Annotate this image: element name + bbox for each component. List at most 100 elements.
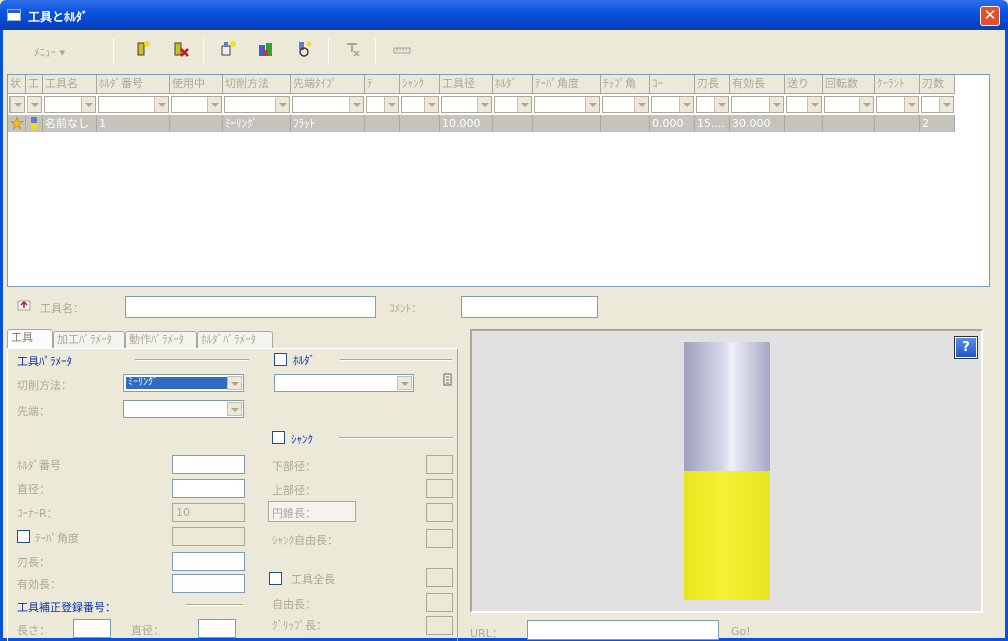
grid-filter-cell[interactable]	[9, 96, 25, 113]
grid-row-cell[interactable]: 2	[920, 115, 955, 132]
new-tool-icon[interactable]	[134, 40, 152, 58]
close-button[interactable]: ✕	[980, 6, 1000, 26]
grid-row-cell[interactable]	[8, 115, 26, 132]
comp-length-label: 長さ：	[17, 624, 50, 637]
divider	[135, 359, 249, 361]
grid-header-cell[interactable]: 使用中	[170, 75, 223, 94]
grid-filter-cell[interactable]	[696, 96, 729, 113]
comp-diameter-input[interactable]	[198, 619, 236, 638]
go-button[interactable]: Go!	[731, 625, 751, 638]
grid-row-cell[interactable]	[26, 115, 43, 132]
grid-header-cell[interactable]: ﾁｯﾌﾟ角	[601, 75, 650, 94]
cut-method-select[interactable]: ﾐｰﾘﾝｸﾞ	[123, 374, 244, 392]
grid-filter-cell[interactable]	[731, 96, 784, 113]
grid-filter-cell[interactable]	[224, 96, 290, 113]
holder-number-input[interactable]	[172, 455, 245, 474]
grid-header-cell[interactable]: 回転数	[823, 75, 875, 94]
grid-row-cell[interactable]	[601, 115, 650, 132]
effective-length-input[interactable]	[172, 574, 245, 593]
grid-row-cell[interactable]	[785, 115, 823, 132]
grid-header-cell[interactable]: ﾃｰﾊﾟ角度	[533, 75, 601, 94]
total-length-checkbox[interactable]	[269, 572, 282, 585]
grid-row-cell[interactable]	[400, 115, 440, 132]
toolbar-separator	[113, 38, 114, 64]
grid-header-cell[interactable]: ｼｬﾝｸ	[400, 75, 440, 94]
total-length-label: 工具全長	[291, 573, 335, 586]
grid-header-cell[interactable]: 工	[26, 75, 43, 94]
grid-header-cell[interactable]: 切削方法	[223, 75, 291, 94]
effective-length-label: 有効長：	[17, 578, 61, 591]
diameter-input[interactable]	[172, 479, 245, 498]
grid-header-cell[interactable]: 工具名	[43, 75, 97, 94]
grid-row-cell[interactable]	[533, 115, 601, 132]
tool-name-input[interactable]	[125, 296, 376, 318]
grid-row-cell[interactable]	[365, 115, 400, 132]
grid-row-cell[interactable]	[170, 115, 223, 132]
shank-checkbox[interactable]	[272, 431, 285, 444]
grid-filter-cell[interactable]	[602, 96, 649, 113]
holder-edit-icon[interactable]	[443, 373, 454, 387]
grid-filter-cell[interactable]	[786, 96, 822, 113]
taper-checkbox[interactable]	[17, 530, 30, 543]
holder-checkbox[interactable]	[274, 353, 287, 366]
grid-header-cell[interactable]: ｸｰﾗﾝﾄ	[875, 75, 920, 94]
grid-filter-cell[interactable]	[876, 96, 919, 113]
grid-row-cell[interactable]: ﾌﾗｯﾄ	[291, 115, 365, 132]
url-input[interactable]	[527, 620, 719, 640]
help-button[interactable]: ?	[954, 336, 978, 359]
tool-name-icon	[17, 300, 31, 311]
grid-row-cell[interactable]: 1	[97, 115, 170, 132]
grid-header-cell[interactable]: 先端ﾀｲﾌﾟ	[291, 75, 365, 94]
grid-filter-cell[interactable]	[494, 96, 532, 113]
grid-filter-cell[interactable]	[44, 96, 96, 113]
grid-filter-cell[interactable]	[171, 96, 222, 113]
refresh-icon[interactable]	[295, 40, 313, 58]
copy-icon[interactable]	[257, 40, 275, 58]
grid-row-cell[interactable]	[493, 115, 533, 132]
grid-row-cell[interactable]: 30.000	[730, 115, 785, 132]
grid-header-cell[interactable]: ﾃ	[365, 75, 400, 94]
grid-filter-cell[interactable]	[292, 96, 364, 113]
grid-header-cell[interactable]: 工具径	[440, 75, 493, 94]
tip-select[interactable]	[123, 400, 244, 418]
grid-header-cell[interactable]: 送り	[785, 75, 823, 94]
grid-filter-cell[interactable]	[98, 96, 169, 113]
grid-filter-cell[interactable]	[921, 96, 954, 113]
grid-row-cell[interactable]	[823, 115, 875, 132]
grid-filter-cell[interactable]	[441, 96, 492, 113]
title-bar[interactable]	[0, 0, 1008, 30]
menu-button[interactable]: ﾒﾆｭｰ ▾	[34, 44, 65, 60]
comment-input[interactable]	[461, 296, 598, 318]
grid-filter-cell[interactable]	[366, 96, 399, 113]
delete-tool-icon[interactable]	[172, 40, 190, 58]
grid-row-cell[interactable]: 10.000	[440, 115, 493, 132]
grid-header-cell[interactable]: ｺｰ	[650, 75, 695, 94]
tab-motion-params[interactable]: 動作ﾊﾟﾗﾒｰﾀ	[125, 331, 197, 348]
grid-header-cell[interactable]: ﾎﾙﾀﾞ番号	[97, 75, 170, 94]
tab-machining-params[interactable]: 加工ﾊﾟﾗﾒｰﾀ	[53, 331, 125, 348]
holder-select[interactable]	[274, 374, 414, 392]
tab-holder-params[interactable]: ﾎﾙﾀﾞﾊﾟﾗﾒｰﾀ	[197, 331, 273, 348]
grid-row-cell[interactable]: 15....	[695, 115, 730, 132]
grid-row-cell[interactable]: 名前なし	[43, 115, 97, 132]
grid-row-cell[interactable]	[875, 115, 920, 132]
blade-length-input[interactable]	[172, 552, 245, 571]
grid-header-cell[interactable]: 刃数	[920, 75, 955, 94]
grid-row-cell[interactable]: 0.000	[650, 115, 695, 132]
grid-filter-cell[interactable]	[27, 96, 42, 113]
grid-header-cell[interactable]: 有効長	[730, 75, 785, 94]
corner-r-label: ｺｰﾅｰR：	[17, 507, 58, 520]
grid-filter-cell[interactable]	[651, 96, 694, 113]
grid-header-cell[interactable]: 状	[8, 75, 26, 94]
grid-header-cell[interactable]: 刃長	[695, 75, 730, 94]
tab-tool[interactable]: 工具	[7, 329, 53, 349]
grid-row-cell[interactable]: ﾐｰﾘﾝｸﾞ	[223, 115, 291, 132]
clear-icon	[347, 43, 360, 57]
grid-filter-cell[interactable]	[401, 96, 439, 113]
compensation-heading: 工具補正登録番号：	[17, 601, 116, 614]
grid-header-cell[interactable]: ﾎﾙﾀﾞ	[493, 75, 533, 94]
grid-filter-cell[interactable]	[534, 96, 600, 113]
add-holder-icon[interactable]	[219, 40, 237, 58]
comp-length-input[interactable]	[73, 619, 111, 638]
grid-filter-cell[interactable]	[824, 96, 874, 113]
